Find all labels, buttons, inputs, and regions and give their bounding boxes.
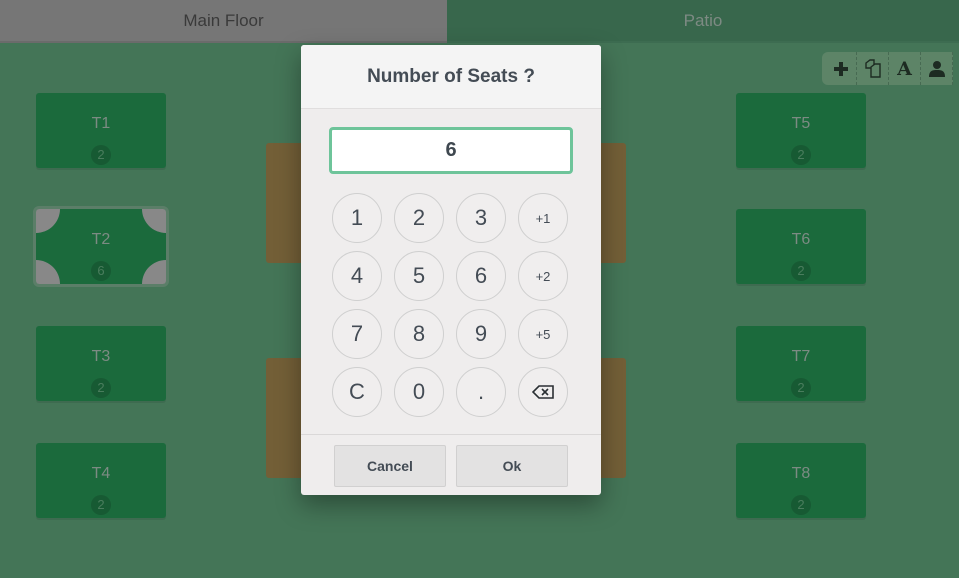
seat-count-badge: 2 bbox=[791, 261, 811, 281]
floor-tabs: Main Floor Patio bbox=[0, 0, 959, 43]
table-name: T1 bbox=[91, 115, 111, 132]
seat-count-badge: 6 bbox=[91, 261, 111, 281]
number-of-seats-dialog: Number of Seats ? 6 1 2 3 +1 4 5 6 +2 7 … bbox=[301, 45, 601, 495]
dialog-title: Number of Seats ? bbox=[301, 45, 601, 109]
table-t6[interactable]: T6 2 bbox=[736, 209, 866, 284]
ok-button[interactable]: Ok bbox=[456, 445, 568, 487]
table-name: T2 bbox=[91, 231, 111, 248]
table-t5[interactable]: T5 2 bbox=[736, 93, 866, 168]
bench-top-left[interactable] bbox=[266, 143, 306, 263]
key-0[interactable]: 0 bbox=[394, 367, 444, 417]
add-table-button[interactable] bbox=[825, 52, 857, 85]
table-name: T4 bbox=[91, 465, 111, 482]
key-8[interactable]: 8 bbox=[394, 309, 444, 359]
seat-count-badge: 2 bbox=[791, 378, 811, 398]
key-2[interactable]: 2 bbox=[394, 193, 444, 243]
duplicate-icon bbox=[863, 58, 883, 79]
key-1[interactable]: 1 bbox=[332, 193, 382, 243]
resize-handle-bottom-left[interactable] bbox=[36, 260, 60, 284]
key-backspace[interactable] bbox=[518, 367, 568, 417]
key-7[interactable]: 7 bbox=[332, 309, 382, 359]
key-4[interactable]: 4 bbox=[332, 251, 382, 301]
key-5[interactable]: 5 bbox=[394, 251, 444, 301]
seats-input[interactable]: 6 bbox=[329, 127, 573, 174]
text-icon: A bbox=[897, 57, 912, 80]
seat-count-badge: 2 bbox=[791, 495, 811, 515]
key-plus-1[interactable]: +1 bbox=[518, 193, 568, 243]
dialog-footer: Cancel Ok bbox=[301, 434, 601, 496]
resize-handle-top-right[interactable] bbox=[142, 209, 166, 233]
resize-handle-bottom-right[interactable] bbox=[142, 260, 166, 284]
seat-count-badge: 2 bbox=[91, 378, 111, 398]
table-t4[interactable]: T4 2 bbox=[36, 443, 166, 518]
bench-bottom-left[interactable] bbox=[266, 358, 306, 478]
rename-table-button[interactable]: A bbox=[889, 52, 921, 85]
seats-button[interactable] bbox=[921, 52, 953, 85]
table-name: T5 bbox=[791, 115, 811, 132]
user-icon bbox=[928, 60, 946, 78]
table-t3[interactable]: T3 2 bbox=[36, 326, 166, 401]
table-name: T7 bbox=[791, 348, 811, 365]
seat-count-badge: 2 bbox=[791, 145, 811, 165]
backspace-icon bbox=[531, 379, 554, 405]
key-plus-5[interactable]: +5 bbox=[518, 309, 568, 359]
cancel-button[interactable]: Cancel bbox=[334, 445, 446, 487]
table-name: T8 bbox=[791, 465, 811, 482]
plus-icon bbox=[833, 61, 849, 77]
key-3[interactable]: 3 bbox=[456, 193, 506, 243]
resize-handle-top-left[interactable] bbox=[36, 209, 60, 233]
tab-main-floor[interactable]: Main Floor bbox=[0, 0, 447, 43]
key-9[interactable]: 9 bbox=[456, 309, 506, 359]
table-t8[interactable]: T8 2 bbox=[736, 443, 866, 518]
key-decimal[interactable]: . bbox=[456, 367, 506, 417]
table-t2[interactable]: T2 6 bbox=[33, 206, 169, 287]
seat-count-badge: 2 bbox=[91, 145, 111, 165]
table-name: T6 bbox=[791, 231, 811, 248]
key-6[interactable]: 6 bbox=[456, 251, 506, 301]
tab-patio[interactable]: Patio bbox=[447, 0, 959, 43]
key-plus-2[interactable]: +2 bbox=[518, 251, 568, 301]
edit-toolbar: A bbox=[822, 52, 953, 85]
seat-count-badge: 2 bbox=[91, 495, 111, 515]
table-t7[interactable]: T7 2 bbox=[736, 326, 866, 401]
table-t1[interactable]: T1 2 bbox=[36, 93, 166, 168]
key-clear[interactable]: C bbox=[332, 367, 382, 417]
table-name: T3 bbox=[91, 348, 111, 365]
duplicate-table-button[interactable] bbox=[857, 52, 889, 85]
numpad: 1 2 3 +1 4 5 6 +2 7 8 9 +5 C 0 . bbox=[332, 193, 572, 423]
